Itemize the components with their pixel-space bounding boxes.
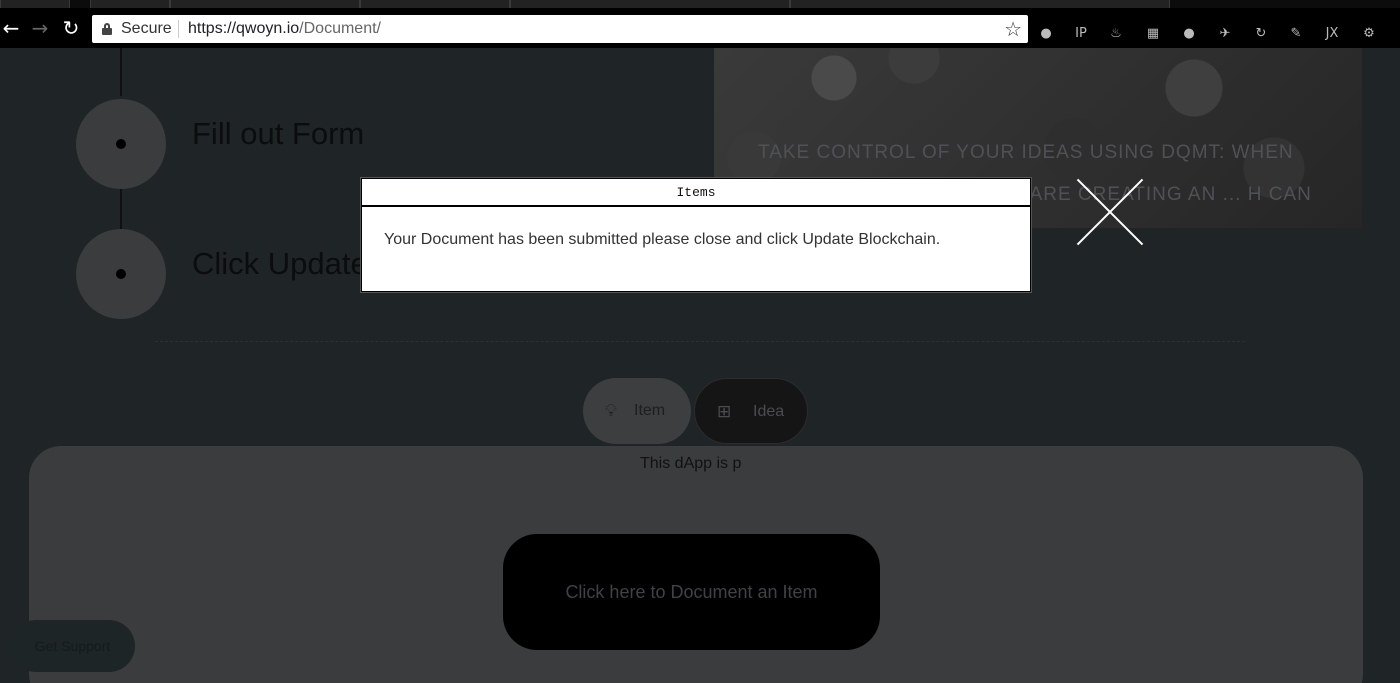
sitemap-icon: ⊞ (717, 402, 732, 422)
tab-item-label: Item (634, 402, 666, 419)
address-separator (178, 20, 179, 38)
tab-strip (0, 0, 1400, 8)
ext-ip-icon[interactable]: IP (1072, 25, 1090, 43)
section-divider (155, 341, 1245, 342)
browser-toolbar: ← → ↻ Secure https://qwoyn.io/Document/ … (0, 8, 1400, 48)
step-circle-2 (76, 229, 166, 319)
step-label-click-update: Click Update (192, 246, 368, 281)
url-base: https://qwoyn.io (188, 20, 300, 37)
timeline-line (120, 189, 122, 229)
tab-item[interactable]: 💡︎ Item (583, 378, 691, 444)
step-dot (116, 269, 126, 279)
modal-title: Items (362, 179, 1030, 207)
address-bar[interactable]: Secure https://qwoyn.io/Document/ ☆ (92, 15, 1028, 43)
panel-description: This dApp is p (640, 455, 742, 472)
ext-keyboard-icon[interactable]: ▦ (1144, 25, 1162, 43)
timeline-line (120, 48, 122, 96)
items-modal: Items Your Document has been submitted p… (361, 178, 1031, 292)
ext-circle-icon[interactable]: ● (1180, 25, 1198, 43)
modal-message: Your Document has been submitted please … (384, 231, 941, 248)
back-icon[interactable]: ← (0, 8, 26, 48)
url-path: /Document/ (299, 20, 381, 37)
content-panel: This dApp is p Click here to Document an… (29, 446, 1363, 683)
star-icon[interactable]: ☆ (1004, 17, 1022, 42)
ext-jx-icon[interactable]: JX (1323, 25, 1341, 43)
ext-sync-icon[interactable]: ↻ (1252, 25, 1270, 43)
browser-tab[interactable] (170, 0, 360, 8)
browser-tab[interactable] (510, 0, 790, 8)
tab-idea[interactable]: ⊞ Idea (694, 378, 808, 444)
lock-icon (102, 23, 112, 35)
reload-icon[interactable]: ↻ (56, 8, 86, 48)
document-item-button[interactable]: Click here to Document an Item (503, 534, 880, 650)
ext-java-icon[interactable]: ♨ (1107, 25, 1125, 43)
browser-tab[interactable] (790, 0, 1170, 8)
forward-icon[interactable]: → (25, 8, 55, 48)
browser-tab[interactable] (0, 0, 70, 8)
tab-idea-label: Idea (753, 403, 785, 420)
step-dot (116, 139, 126, 149)
page-content: TAKE CONTROL OF YOUR IDEAS USING DQMT: W… (0, 48, 1400, 683)
lightbulb-icon: 💡︎ (605, 401, 617, 421)
url-text[interactable]: https://qwoyn.io/Document/ (188, 20, 381, 38)
ext-1-icon[interactable]: ● (1037, 25, 1055, 43)
ext-plane-icon[interactable]: ✈ (1216, 25, 1234, 43)
get-support-button[interactable]: Get Support (10, 620, 135, 672)
secure-label: Secure (121, 20, 172, 37)
browser-tab[interactable] (90, 0, 170, 8)
step-label-fill-form: Fill out Form (192, 116, 365, 151)
ext-tools-icon[interactable]: ✎ (1287, 25, 1305, 43)
browser-tab[interactable] (360, 0, 510, 8)
close-icon[interactable] (1076, 178, 1144, 246)
step-circle-1 (76, 99, 166, 189)
ext-settings-icon[interactable]: ⚙ (1360, 25, 1378, 43)
